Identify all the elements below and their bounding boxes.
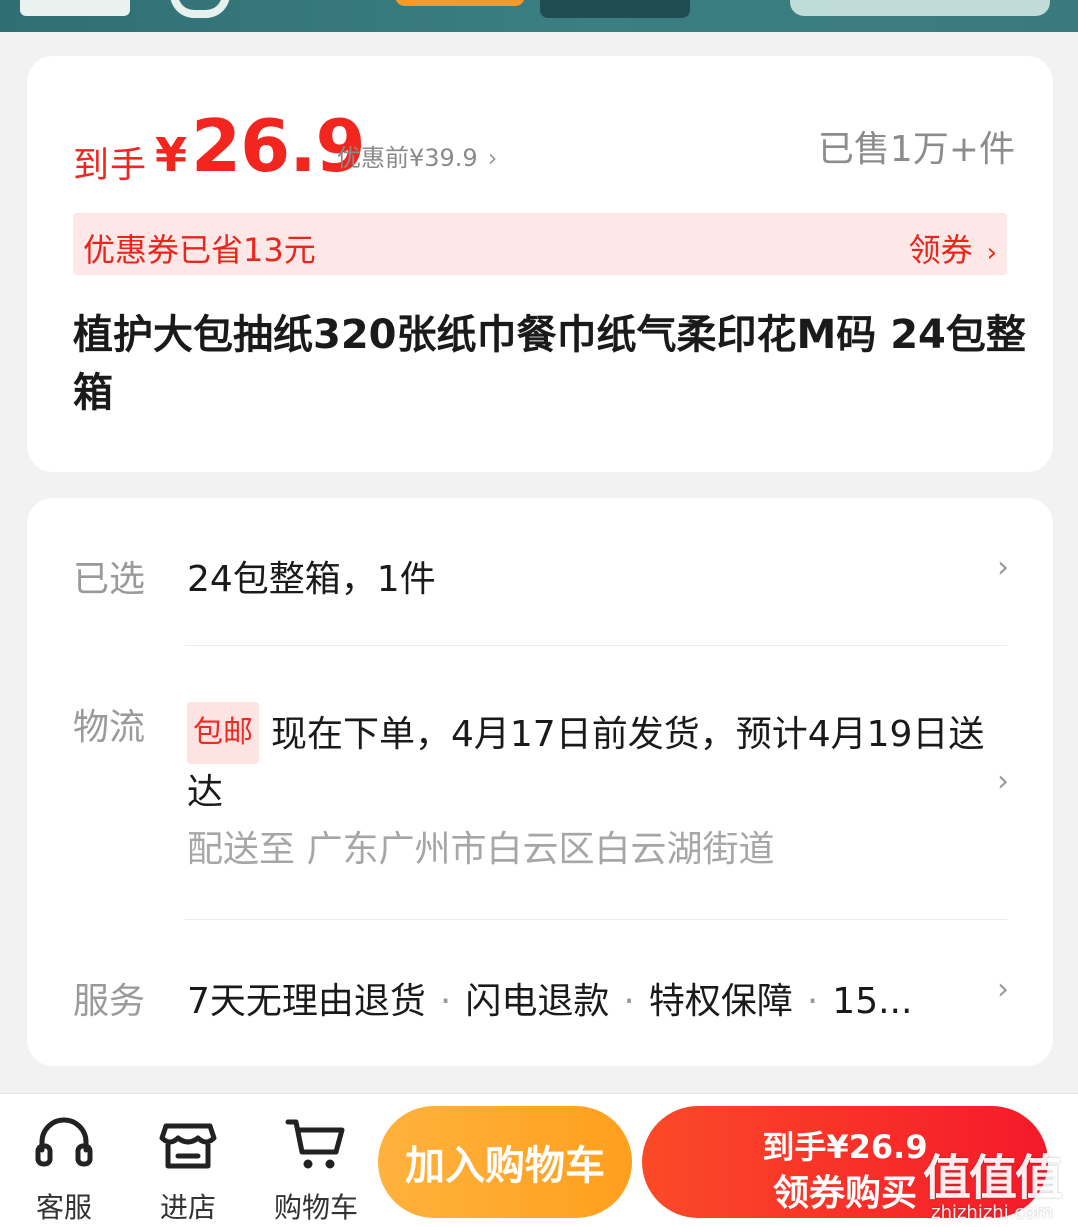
claim-coupon-label: 领券 (908, 231, 973, 269)
shipping-info: 包邮 现在下单，4月17日前发货，预计4月19日送达 (187, 702, 997, 822)
service-label: 服务 (73, 981, 146, 1022)
separator-dot: · (623, 981, 635, 1022)
customer-service-button[interactable]: 客服 (14, 1112, 114, 1226)
enter-store-label: 进店 (159, 1191, 216, 1224)
customer-service-label: 客服 (35, 1191, 92, 1224)
watermark-logo: 值值值 (922, 1150, 1063, 1206)
claim-coupon-link[interactable]: 领券 › (909, 225, 997, 271)
coupon-bar[interactable]: 优惠券已省13元 领券 › (73, 213, 1007, 275)
cart-label: 购物车 (273, 1191, 358, 1224)
cart-icon (285, 1119, 345, 1169)
sold-count: 已售1万+件 (817, 129, 1015, 170)
divider (185, 645, 1007, 646)
service-item: 特权保障 (648, 981, 793, 1022)
chevron-right-icon: › (997, 764, 1009, 799)
service-item: 15... (832, 981, 913, 1022)
price-row: 到手 ¥ 26.9 优惠前¥39.9 › 已售1万+件 (73, 106, 1015, 186)
coupon-saved-text: 优惠券已省13元 (83, 231, 316, 269)
bottom-action-bar: 客服 进店 购物车 加入购物车 到手¥26.9 领券购买 (0, 1093, 1078, 1227)
service-item: 7天无理由退货 (187, 981, 426, 1022)
chevron-right-icon: › (986, 238, 997, 268)
banner-graphic (395, 0, 525, 6)
chevron-right-icon: › (997, 550, 1009, 585)
chevron-right-icon: › (997, 972, 1009, 1007)
divider (185, 919, 1007, 920)
cart-button[interactable]: 购物车 (266, 1112, 366, 1226)
service-item: 闪电退款 (465, 981, 610, 1022)
add-to-cart-button[interactable]: 加入购物车 (378, 1106, 632, 1218)
price-prefix: 到手 (73, 145, 148, 186)
top-banner[interactable] (0, 0, 1078, 32)
watermark: 值值值 zhizhizhi.com (918, 1138, 1066, 1226)
shipping-label: 物流 (73, 707, 146, 748)
product-title: 植护大包抽纸320张纸巾餐巾纸气柔印花M码 24包整箱 (73, 312, 1026, 416)
service-list: 7天无理由退货 · 闪电退款 · 特权保障 · 15... (187, 972, 999, 1024)
price-currency: ¥ (155, 128, 188, 182)
separator-dot: · (806, 981, 819, 1022)
shipping-address: 配送至 广东广州市白云区白云湖街道 (187, 829, 775, 870)
headset-icon (35, 1117, 93, 1167)
original-price-link[interactable]: 优惠前¥39.9 › (337, 138, 497, 173)
selected-value: 24包整箱，1件 (187, 559, 436, 600)
shipping-text: 现在下单，4月17日前发货，预计4月19日送达 (187, 714, 985, 813)
enter-store-button[interactable]: 进店 (138, 1112, 238, 1226)
banner-graphic (170, 0, 230, 18)
banner-graphic (790, 0, 1050, 16)
chevron-right-icon: › (487, 144, 498, 172)
original-price: 优惠前¥39.9 (337, 144, 478, 172)
banner-graphic (540, 0, 690, 18)
banner-graphic (20, 0, 130, 16)
price-card: 到手 ¥ 26.9 优惠前¥39.9 › 已售1万+件 优惠券已省13元 领券 › … (27, 56, 1053, 472)
store-icon (159, 1123, 217, 1169)
free-shipping-badge: 包邮 (187, 702, 259, 764)
detail-card: 已选 24包整箱，1件 › 物流 包邮 现在下单，4月17日前发货，预计4月19日… (27, 498, 1053, 1066)
watermark-site: zhizhizhi.com (931, 1202, 1053, 1223)
selected-label: 已选 (73, 559, 146, 600)
separator-dot: · (439, 981, 452, 1022)
